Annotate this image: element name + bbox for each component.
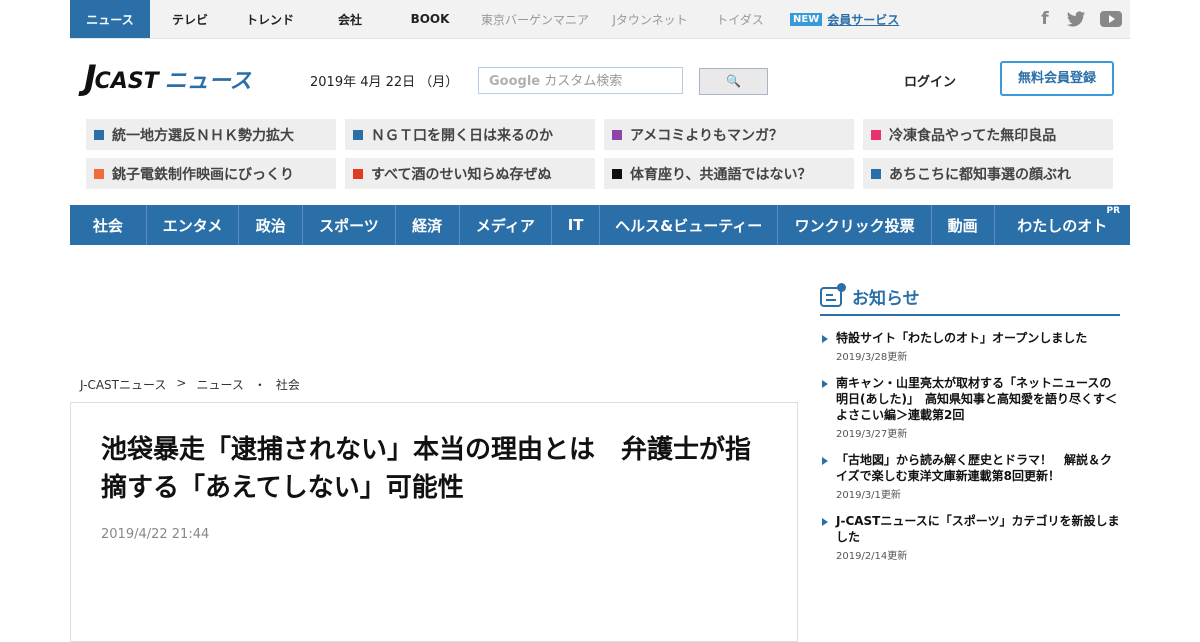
topic-color-marker [353,129,363,140]
topbar-item-book[interactable]: BOOK [390,0,470,38]
topbar-item-jtown[interactable]: Jタウンネット [600,0,700,38]
triangle-bullet-icon [822,335,828,343]
topic-link[interactable]: あちこちに都知事選の顔ぶれ [863,158,1113,189]
topbar-item-news[interactable]: ニュース [70,0,150,38]
notice-item[interactable]: 特設サイト「わたしのオト」オープンしました 2019/3/28更新 [820,330,1120,363]
new-badge: NEW [790,12,823,26]
topic-color-marker [353,168,363,179]
article-title: 池袋暴走「逮捕されない」本当の理由とは 弁護士が指摘する「あえてしない」可能性 [101,435,752,503]
breadcrumb-news[interactable]: ニュース [196,376,243,393]
topic-label: すべて酒のせい知らぬ存ぜぬ [371,166,552,183]
nav-item-entertainment[interactable]: エンタメ [147,205,240,245]
topic-label: 冷凍食品やってた無印良品 [889,127,1057,144]
google-label: Google [489,74,541,89]
nav-item-sports[interactable]: スポーツ [303,205,396,245]
notice-item[interactable]: J-CASTニュースに「スポーツ」カテゴリを新設しました 2019/2/14更新 [820,513,1120,562]
breadcrumb-society[interactable]: 社会 [276,376,300,393]
notice-item-date: 2019/3/1更新 [836,490,901,501]
member-service-label[interactable]: 会員サービス [827,11,899,28]
topic-label: 統一地方選反ＮＨＫ勢力拡大 [112,127,294,144]
search-button[interactable]: 🔍 [699,68,768,95]
breadcrumb-home[interactable]: J-CASTニュース [80,376,166,393]
notice-item-title[interactable]: 特設サイト「わたしのオト」オープンしました [836,330,1120,346]
search-placeholder: カスタム検索 [544,74,623,89]
notice-icon [820,282,846,307]
topic-color-marker [871,129,881,140]
notice-item-date: 2019/2/14更新 [836,551,908,562]
topic-color-marker [871,168,881,179]
breadcrumb-separator: > [176,376,187,390]
notice-item[interactable]: 「古地図」から読み解く歴史とドラマ！ 解説＆クイズで楽しむ東洋文庫新連載第8回更… [820,452,1120,501]
top-bar: ニュース テレビ トレンド 会社 BOOK 東京バーゲンマニア Jタウンネット … [70,0,1130,39]
topic-link[interactable]: 銚子電鉄制作映画にびっくり [86,158,336,189]
topic-label: あちこちに都知事選の顔ぶれ [889,166,1071,183]
triangle-bullet-icon [822,457,828,465]
topbar-item-bargain-mania[interactable]: 東京バーゲンマニア [470,0,600,38]
topic-label: 銚子電鉄制作映画にびっくり [112,166,294,183]
site-header: J CAST ニュース 2019年 4月 22日 （月） Google カスタム… [70,39,1130,119]
main-content: J-CASTニュース > ニュース ・ 社会 池袋暴走「逮捕されない」本当の理由… [70,245,1130,642]
topic-link[interactable]: 冷凍食品やってた無印良品 [863,119,1113,150]
topbar-item-toidas[interactable]: トイダス [700,0,780,38]
nav-item-it[interactable]: IT [552,205,601,245]
notice-item-date: 2019/3/28更新 [836,352,908,363]
breadcrumb-separator: ・ [253,378,266,392]
social-links: f [1038,9,1122,29]
topbar-item-company[interactable]: 会社 [310,0,390,38]
notice-title: お知らせ [852,289,920,309]
article-card: 池袋暴走「逮捕されない」本当の理由とは 弁護士が指摘する「あえてしない」可能性 … [70,402,798,642]
nav-item-one-click-vote[interactable]: ワンクリック投票 [778,205,932,245]
login-link[interactable]: ログイン [904,71,956,90]
topic-link[interactable]: 統一地方選反ＮＨＫ勢力拡大 [86,119,336,150]
triangle-bullet-icon [822,518,828,526]
notice-item-title[interactable]: J-CASTニュースに「スポーツ」カテゴリを新設しました [836,513,1120,545]
logo-cast: CAST [94,69,159,94]
twitter-icon[interactable] [1066,9,1086,29]
notice-item-date: 2019/3/27更新 [836,429,908,440]
current-date: 2019年 4月 22日 （月） [310,75,459,90]
nav-item-video[interactable]: 動画 [932,205,995,245]
topic-link[interactable]: すべて酒のせい知らぬ存ぜぬ [345,158,595,189]
nav-item-label: わたしのオト [1017,216,1108,235]
breadcrumb: J-CASTニュース > ニュース ・ 社会 [80,376,300,393]
article-timestamp: 2019/4/22 21:44 [101,527,210,542]
nav-item-society[interactable]: 社会 [70,205,147,245]
nav-item-economy[interactable]: 経済 [396,205,460,245]
notice-item-title[interactable]: 「古地図」から読み解く歴史とドラマ！ 解説＆クイズで楽しむ東洋文庫新連載第8回更… [836,452,1120,484]
page: ニュース テレビ トレンド 会社 BOOK 東京バーゲンマニア Jタウンネット … [70,0,1130,642]
topic-color-marker [612,168,622,179]
search-input[interactable]: Google カスタム検索 [478,67,683,94]
nav-item-health-beauty[interactable]: ヘルス&ビューティー [600,205,779,245]
category-nav: 社会 エンタメ 政治 スポーツ 経済 メディア IT ヘルス&ビューティー ワン… [70,205,1130,245]
notice-header: お知らせ [820,279,1120,316]
nav-item-politics[interactable]: 政治 [239,205,304,245]
topic-color-marker [612,129,622,140]
topic-link[interactable]: 体育座り、共通語ではない？ [604,158,854,189]
search-icon: 🔍 [726,74,741,88]
topic-color-marker [94,129,104,140]
register-button[interactable]: 無料会員登録 [1000,61,1114,96]
topic-label: 体育座り、共通語ではない？ [630,166,812,183]
topic-color-marker [94,168,104,179]
topic-label: アメコミよりもマンガ？ [630,127,784,144]
topic-link[interactable]: ＮＧＴ口を開く日は来るのか [345,119,595,150]
member-service-link[interactable]: NEW 会員サービス [790,11,899,28]
logo-news: ニュース [164,69,252,94]
notice-item[interactable]: 南キャン・山里亮太が取材する「ネットニュースの明日(あした)」 高知県知事と高知… [820,375,1120,440]
topic-label: ＮＧＴ口を開く日は来るのか [371,127,553,144]
pr-badge: PR [1106,206,1121,216]
notice-sidebar: お知らせ 特設サイト「わたしのオト」オープンしました 2019/3/28更新 南… [820,279,1120,574]
topbar-item-tv[interactable]: テレビ [150,0,230,38]
jcast-logo[interactable]: J CAST ニュース [84,61,252,95]
trending-topics: 統一地方選反ＮＨＫ勢力拡大 ＮＧＴ口を開く日は来るのか アメコミよりもマンガ？ … [86,119,1114,189]
nav-item-watashi-no-oto[interactable]: わたしのオト PR [995,205,1130,245]
facebook-icon[interactable]: f [1038,9,1052,29]
notice-item-title[interactable]: 南キャン・山里亮太が取材する「ネットニュースの明日(あした)」 高知県知事と高知… [836,375,1120,423]
topic-link[interactable]: アメコミよりもマンガ？ [604,119,854,150]
nav-item-media[interactable]: メディア [460,205,553,245]
topbar-item-trend[interactable]: トレンド [230,0,310,38]
notice-list: 特設サイト「わたしのオト」オープンしました 2019/3/28更新 南キャン・山… [820,330,1120,562]
youtube-icon[interactable] [1100,11,1122,27]
triangle-bullet-icon [822,380,828,388]
